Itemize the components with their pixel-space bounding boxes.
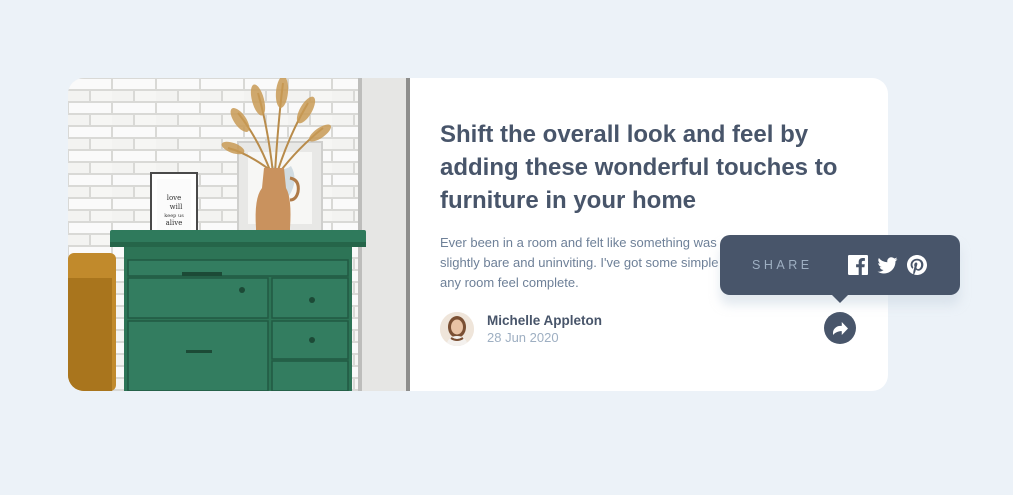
- publish-date: 28 Jun 2020: [487, 330, 559, 345]
- facebook-icon[interactable]: [848, 255, 868, 275]
- author-info: Michelle Appleton 28 Jun 2020: [440, 312, 602, 346]
- twitter-icon[interactable]: [877, 256, 898, 274]
- pinterest-icon[interactable]: [907, 255, 927, 275]
- drawers-illustration: love will keep us alive: [68, 78, 410, 391]
- svg-text:alive: alive: [166, 219, 183, 227]
- social-links: [848, 255, 927, 275]
- author-meta: Michelle Appleton 28 Jun 2020: [487, 312, 602, 346]
- svg-text:will: will: [170, 203, 183, 211]
- share-icon: [832, 321, 848, 335]
- avatar: [440, 312, 474, 346]
- frame-text: love: [167, 194, 182, 202]
- share-label: SHARE: [752, 258, 813, 272]
- article-photo: love will keep us alive: [68, 78, 410, 391]
- article-title[interactable]: Shift the overall look and feel by addin…: [440, 118, 840, 217]
- author-name: Michelle Appleton: [487, 313, 603, 328]
- share-tooltip: SHARE: [720, 235, 960, 303]
- share-button[interactable]: [824, 312, 856, 344]
